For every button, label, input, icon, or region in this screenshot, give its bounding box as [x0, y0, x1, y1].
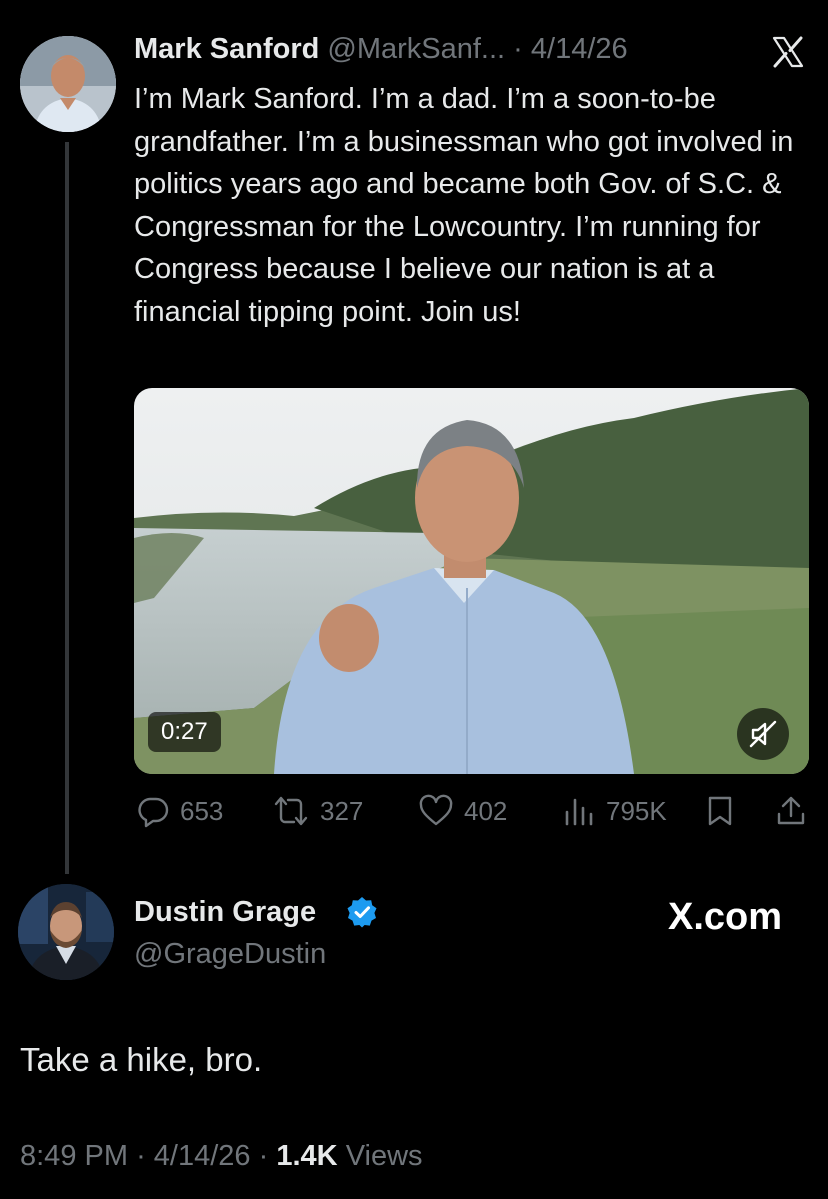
reply-text: Take a hike, bro. [20, 1041, 263, 1078]
author-name[interactable]: Mark Sanford [134, 33, 319, 65]
xcom-brand: X.com [668, 896, 783, 938]
views-action[interactable]: 795K [564, 792, 667, 830]
video-player[interactable] [134, 388, 809, 774]
header-separator: · [513, 33, 523, 65]
repost-icon [274, 796, 308, 826]
repost-count: 327 [320, 795, 364, 826]
share-icon [777, 796, 805, 825]
reply-action[interactable]: 653 [136, 792, 223, 830]
bookmark-icon [708, 796, 732, 826]
avatar-image [18, 884, 114, 980]
tweet-text: I’m Mark Sanford. I’m a dad. I’m a soon-… [134, 83, 794, 328]
meta-separator: · [136, 1140, 146, 1172]
reply-views-count: 1.4K [276, 1140, 338, 1172]
author-handle[interactable]: @MarkSanf... [327, 33, 505, 65]
reply-views-label: Views [345, 1140, 423, 1172]
reply-date[interactable]: 4/14/26 [154, 1140, 251, 1172]
thread-line [65, 142, 69, 874]
tweet-date[interactable]: 4/14/26 [531, 33, 628, 65]
repost-action[interactable]: 327 [272, 792, 363, 830]
like-count: 402 [464, 795, 508, 826]
reply-icon [138, 797, 169, 828]
bookmark-action[interactable] [704, 792, 736, 830]
x-logo-icon [770, 34, 806, 70]
like-action[interactable]: 402 [418, 792, 507, 830]
reply-count: 653 [180, 795, 224, 826]
views-icon [565, 798, 593, 826]
video-duration: 0:27 [148, 712, 221, 752]
share-action[interactable] [774, 792, 808, 830]
meta-separator: · [258, 1140, 269, 1172]
parent-tweet-header: Mark Sanford @MarkSanf... · 4/14/26 [134, 30, 628, 68]
verified-badge-icon [346, 896, 378, 928]
video-thumbnail [134, 388, 809, 774]
reply-author-name[interactable]: Dustin Grage [134, 894, 316, 930]
avatar-dustin-grage[interactable] [18, 884, 114, 980]
avatar-mark-sanford[interactable] [20, 36, 116, 132]
mute-icon [749, 720, 777, 748]
reply-author-handle[interactable]: @GrageDustin [134, 936, 326, 972]
mute-button[interactable] [737, 708, 789, 760]
views-count: 795K [606, 795, 667, 826]
like-icon [419, 794, 453, 826]
avatar-image [20, 36, 116, 132]
reply-meta: 8:49 PM · 4/14/26 · 1.4K Views [20, 1138, 423, 1174]
reply-time[interactable]: 8:49 PM [20, 1140, 128, 1172]
